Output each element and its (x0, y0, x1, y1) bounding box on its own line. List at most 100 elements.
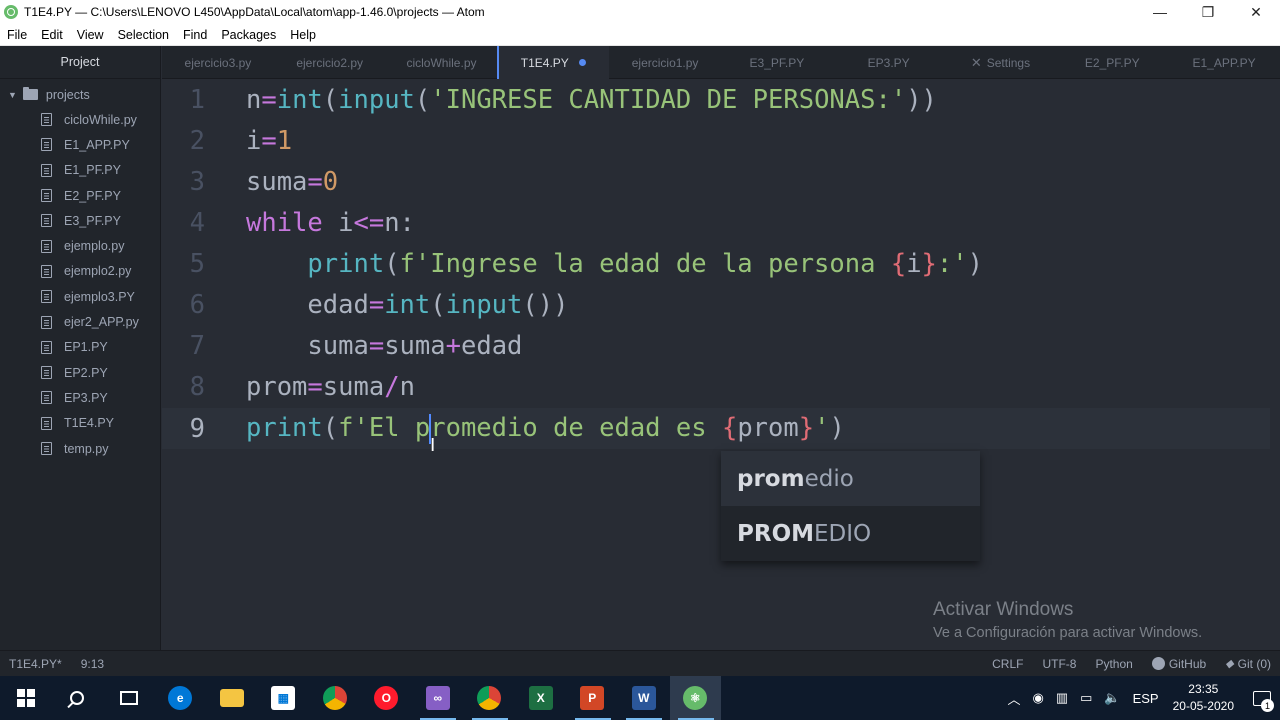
menu-file[interactable]: File (0, 28, 34, 42)
tab[interactable]: E3_PF.PY (721, 46, 833, 79)
tree-file[interactable]: T1E4.PY (0, 411, 160, 436)
code-line-current[interactable]: 9 print(f'El promedio de edad es {prom}'… (162, 408, 1270, 449)
tab-label: Settings (986, 55, 1031, 70)
tree-file[interactable]: E3_PF.PY (0, 208, 160, 233)
code-line[interactable]: 7 suma=suma+edad (162, 325, 1270, 366)
status-encoding[interactable]: UTF-8 (1042, 657, 1076, 671)
tree-root-folder[interactable]: ▼ projects (0, 82, 160, 107)
tab-settings[interactable]: ✕ Settings (945, 46, 1057, 79)
code-editor[interactable]: 1 n=int(input('INGRESE CANTIDAD DE PERSO… (162, 79, 1280, 650)
taskbar-app-edge[interactable]: e (155, 676, 207, 720)
tray-app-icon[interactable]: ◉ (1032, 690, 1043, 706)
code-line[interactable]: 6 edad=int(input()) (162, 284, 1270, 325)
taskbar-app-explorer[interactable] (206, 676, 258, 720)
status-git[interactable]: ◆ Git (0) (1225, 657, 1271, 671)
line-number: 3 (189, 166, 205, 197)
tab[interactable]: E2_PF.PY (1056, 46, 1168, 79)
code-line[interactable]: 4 while i<=n: (162, 202, 1270, 243)
atom-icon: ⚛ (683, 686, 708, 710)
taskbar-app-atom[interactable]: ⚛ (669, 676, 721, 720)
code-line[interactable]: 1 n=int(input('INGRESE CANTIDAD DE PERSO… (162, 79, 1270, 120)
line-number: 5 (189, 248, 205, 279)
tab[interactable]: E1_APP.PY (1168, 46, 1280, 79)
tab-label: ejercicio3.py (184, 55, 252, 70)
taskbar-app-powerpoint[interactable]: P (567, 676, 619, 720)
task-view-icon (119, 691, 138, 705)
taskbar-app-excel[interactable]: X (515, 676, 567, 720)
code-line[interactable]: 3 suma=0 (162, 161, 1270, 202)
tab[interactable]: ejercicio3.py (162, 46, 274, 79)
code-line[interactable]: 8 prom=suma/n (162, 366, 1270, 407)
task-view-button[interactable] (103, 676, 155, 720)
volume-icon[interactable]: 🔈 (1104, 690, 1120, 706)
tab[interactable]: ejercicio1.py (609, 46, 721, 79)
tree-header[interactable]: Project (0, 46, 160, 79)
tab[interactable]: EP3.PY (833, 46, 945, 79)
menu-selection[interactable]: Selection (111, 28, 176, 42)
tab[interactable]: cicloWhile.py (386, 46, 498, 79)
tree-file[interactable]: ejer2_APP.py (0, 309, 160, 334)
taskbar-app-chrome[interactable] (309, 676, 361, 720)
chrome-icon (322, 686, 347, 710)
taskbar-app-opera[interactable]: O (361, 676, 413, 720)
file-icon (41, 214, 52, 228)
clock[interactable]: 23:35 20-05-2020 (1173, 681, 1234, 715)
start-button[interactable] (0, 676, 52, 720)
taskbar-app-chrome-2[interactable] (464, 676, 516, 720)
search-icon (70, 691, 85, 705)
status-github[interactable]: GitHub (1151, 657, 1206, 671)
battery-icon[interactable]: ▭ (1080, 690, 1092, 706)
taskbar-app-store[interactable]: ▦ (258, 676, 310, 720)
opera-icon: O (374, 686, 399, 710)
tree-file[interactable]: EP3.PY (0, 385, 160, 410)
watermark-subtitle: Ve a Configuración para activar Windows. (933, 625, 1203, 641)
code-text: prom=suma/n (246, 371, 415, 402)
search-button[interactable] (52, 676, 104, 720)
tab-active[interactable]: T1E4.PY (497, 46, 610, 79)
code-line[interactable]: 5 print(f'Ingrese la edad de la persona … (162, 243, 1270, 284)
code-text: i=1 (246, 125, 293, 156)
file-icon (41, 416, 52, 430)
window-titlebar: T1E4.PY — C:\Users\LENOVO L450\AppData\L… (0, 0, 1280, 24)
taskbar-app-visual-studio[interactable]: ∞ (412, 676, 464, 720)
notification-count: 1 (1261, 699, 1274, 712)
tree-file[interactable]: E1_APP.PY (0, 132, 160, 157)
line-number: 1 (189, 84, 205, 115)
file-icon (41, 340, 52, 354)
close-button[interactable]: ✕ (1232, 0, 1280, 24)
menu-view[interactable]: View (70, 28, 111, 42)
menu-find[interactable]: Find (176, 28, 214, 42)
tree-file[interactable]: EP1.PY (0, 335, 160, 360)
status-line-ending[interactable]: CRLF (992, 657, 1023, 671)
tree-file[interactable]: cicloWhile.py (0, 107, 160, 132)
maximize-button[interactable]: ❐ (1184, 0, 1232, 24)
tree-file[interactable]: E1_PF.PY (0, 158, 160, 183)
show-hidden-icons-icon[interactable]: ︿ (1007, 689, 1020, 708)
status-grammar[interactable]: Python (1095, 657, 1132, 671)
menu-packages[interactable]: Packages (214, 28, 283, 42)
tab-label: E2_PF.PY (1084, 55, 1140, 70)
menu-help[interactable]: Help (283, 28, 323, 42)
menu-edit[interactable]: Edit (34, 28, 70, 42)
status-cursor-position[interactable]: 9:13 (81, 657, 104, 671)
action-center-button[interactable]: 1 (1244, 676, 1280, 720)
tree-file[interactable]: ejemplo2.py (0, 259, 160, 284)
tab[interactable]: ejercicio2.py (274, 46, 386, 79)
autocomplete-suggestion[interactable]: prom edio (721, 451, 980, 506)
tree-file[interactable]: E2_PF.PY (0, 183, 160, 208)
tree-file[interactable]: EP2.PY (0, 360, 160, 385)
tree-file[interactable]: ejemplo3.PY (0, 284, 160, 309)
status-file-name[interactable]: T1E4.PY* (9, 657, 62, 671)
line-number: 6 (189, 289, 205, 320)
code-text: while i<=n: (246, 207, 415, 238)
language-indicator[interactable]: ESP (1133, 691, 1159, 706)
network-icon[interactable]: ▥ (1056, 690, 1068, 706)
taskbar-app-word[interactable]: W (618, 676, 670, 720)
minimize-button[interactable]: — (1136, 0, 1184, 24)
tree-file[interactable]: ejemplo.py (0, 233, 160, 258)
file-icon (41, 290, 52, 304)
code-line[interactable]: 2 i=1 (162, 120, 1270, 161)
autocomplete-suggestion[interactable]: PROM EDIO (721, 506, 980, 561)
tree-file[interactable]: temp.py (0, 436, 160, 461)
file-icon (41, 138, 52, 152)
